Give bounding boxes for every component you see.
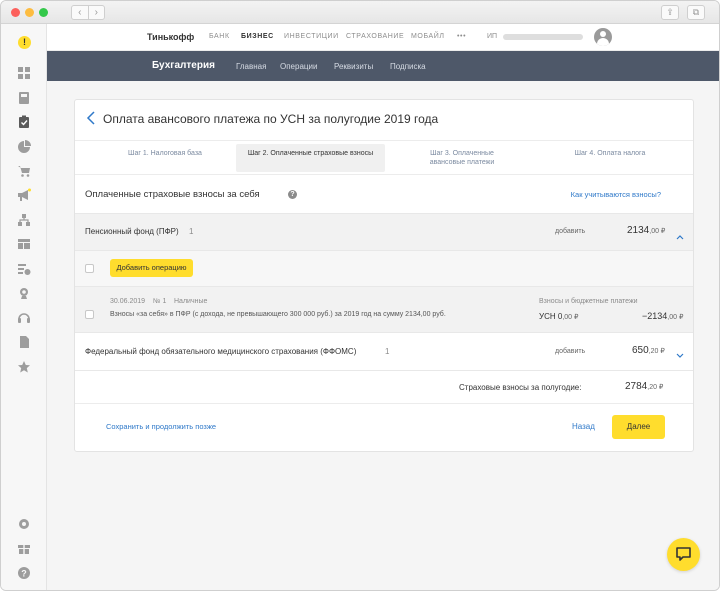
add-list-icon[interactable] xyxy=(17,262,31,276)
megaphone-icon[interactable] xyxy=(17,188,31,202)
back-arrow-icon[interactable]: ‹ xyxy=(72,6,89,19)
pfr-row[interactable]: Пенсионный фонд (ПФР) 1 добавить 2134,00… xyxy=(75,213,693,250)
nav-insurance[interactable]: СТРАХОВАНИЕ xyxy=(346,33,404,40)
cart-icon[interactable] xyxy=(17,164,31,178)
operation-description: Взносы «за себя» в ПФР (с дохода, не пре… xyxy=(110,311,446,318)
settings-gear-icon[interactable] xyxy=(17,517,31,531)
pfr-add-link[interactable]: добавить xyxy=(555,228,585,235)
step-3[interactable]: Шаг 3. Оплаченные авансовые платежи xyxy=(412,144,512,172)
total-label: Страховые взносы за полугодие: xyxy=(459,383,582,392)
chevron-down-icon[interactable] xyxy=(676,347,684,358)
next-button[interactable]: Далее xyxy=(612,415,665,439)
dashboard-icon[interactable] xyxy=(17,66,31,80)
nav-investments[interactable]: ИНВЕСТИЦИИ xyxy=(284,33,339,40)
pfr-amount: 2134,00 ₽ xyxy=(627,225,666,236)
document-icon[interactable] xyxy=(17,335,31,349)
accounting-subnav: Бухгалтерия Главная Операции Реквизиты П… xyxy=(47,51,719,81)
chat-bubble-icon xyxy=(676,547,691,561)
back-chevron-icon[interactable] xyxy=(85,110,97,126)
section-name[interactable]: Бухгалтерия xyxy=(152,60,215,71)
tabs-icon[interactable]: ⧉ xyxy=(687,5,705,20)
user-entity-prefix: ИП xyxy=(487,33,498,40)
operation-amount: −2134,00 ₽ xyxy=(642,311,684,321)
subnav-operations[interactable]: Операции xyxy=(280,62,317,71)
layout-icon[interactable] xyxy=(17,237,31,251)
structure-icon[interactable] xyxy=(17,213,31,227)
accounting-icon[interactable] xyxy=(17,115,31,129)
total-row: Страховые взносы за полугодие: 2784,20 ₽ xyxy=(75,370,693,404)
page-title: Оплата авансового платежа по УСН за полу… xyxy=(103,112,439,126)
operation-date: 30.06.2019 xyxy=(110,298,146,305)
top-navigation: Тинькофф БАНК БИЗНЕС ИНВЕСТИЦИИ СТРАХОВА… xyxy=(47,24,719,51)
ffoms-add-link[interactable]: добавить xyxy=(555,348,585,355)
avatar[interactable] xyxy=(594,28,612,46)
tinkoff-logo-icon[interactable]: ! xyxy=(18,36,31,49)
forward-arrow-icon[interactable]: › xyxy=(89,6,105,19)
add-operation-button[interactable]: Добавить операцию xyxy=(110,259,193,277)
main-content: Оплата авансового платежа по УСН за полу… xyxy=(47,81,719,590)
nav-business[interactable]: БИЗНЕС xyxy=(241,33,274,40)
section-title: Оплаченные страховые взносы за себя xyxy=(85,189,260,200)
ffoms-label: Федеральный фонд обязательного медицинск… xyxy=(85,347,357,356)
usn-value: УСН 0,00 ₽ xyxy=(539,312,579,321)
step-2[interactable]: Шаг 2. Оплаченные страховые взносы xyxy=(236,144,385,172)
contributions-help-link[interactable]: Как учитываются взносы? xyxy=(571,190,661,199)
share-icon[interactable]: ⇪ xyxy=(661,5,679,20)
operation-number: № 1 xyxy=(153,298,167,305)
wizard-steps: Шаг 1. Налоговая база Шаг 2. Оплаченные … xyxy=(75,140,693,175)
operation-row[interactable]: 30.06.2019 № 1 Наличные Взносы «за себя»… xyxy=(75,286,693,332)
support-headset-icon[interactable] xyxy=(17,311,31,325)
question-icon[interactable]: ? xyxy=(288,190,297,199)
calculator-icon[interactable] xyxy=(17,91,31,105)
user-name-redacted xyxy=(503,34,583,40)
sidebar: ! ? xyxy=(1,24,47,590)
subnav-requisites[interactable]: Реквизиты xyxy=(334,62,373,71)
help-icon[interactable]: ? xyxy=(17,566,31,580)
pfr-label: Пенсионный фонд (ПФР) xyxy=(85,227,179,236)
star-icon[interactable] xyxy=(17,360,31,374)
nav-more[interactable]: ••• xyxy=(457,33,466,40)
close-window-button[interactable] xyxy=(11,8,20,17)
award-icon[interactable] xyxy=(17,287,31,301)
subnav-main[interactable]: Главная xyxy=(236,62,266,71)
ffoms-amount: 650,20 ₽ xyxy=(632,345,665,356)
browser-window: ‹ › ⇪ ⧉ ! ? Тинькофф БАНК БИЗНЕС ИНВЕСТИ… xyxy=(0,0,720,591)
pfr-count: 1 xyxy=(189,227,194,236)
operation-checkbox[interactable] xyxy=(85,310,94,319)
step-4[interactable]: Шаг 4. Оплата налога xyxy=(555,144,665,172)
minimize-window-button[interactable] xyxy=(25,8,34,17)
svg-text:?: ? xyxy=(21,569,27,579)
select-all-checkbox[interactable] xyxy=(85,264,94,273)
save-later-link[interactable]: Сохранить и продолжить позже xyxy=(106,422,216,431)
ffoms-row[interactable]: Федеральный фонд обязательного медицинск… xyxy=(75,332,693,370)
operation-category: Взносы и бюджетные платежи xyxy=(539,298,638,305)
browser-nav-buttons: ‹ › xyxy=(71,5,105,20)
add-operation-row: Добавить операцию xyxy=(75,250,693,286)
analytics-pie-icon[interactable] xyxy=(17,140,31,154)
brand-name[interactable]: Тинькофф xyxy=(147,32,194,42)
total-amount: 2784,20 ₽ xyxy=(625,381,664,392)
step-1[interactable]: Шаг 1. Налоговая база xyxy=(95,144,235,172)
nav-mobile[interactable]: МОБАЙЛ xyxy=(411,33,445,40)
maximize-window-button[interactable] xyxy=(39,8,48,17)
browser-titlebar: ‹ › ⇪ ⧉ xyxy=(1,1,719,24)
chevron-up-icon[interactable] xyxy=(676,228,684,240)
ffoms-count: 1 xyxy=(385,347,390,356)
gift-icon[interactable] xyxy=(17,541,31,555)
nav-bank[interactable]: БАНК xyxy=(209,33,230,40)
chat-button[interactable] xyxy=(667,538,700,571)
tax-payment-card: Оплата авансового платежа по УСН за полу… xyxy=(74,99,694,452)
back-button[interactable]: Назад xyxy=(572,422,595,431)
subnav-subscription[interactable]: Подписка xyxy=(390,62,426,71)
operation-type: Наличные xyxy=(174,298,208,305)
